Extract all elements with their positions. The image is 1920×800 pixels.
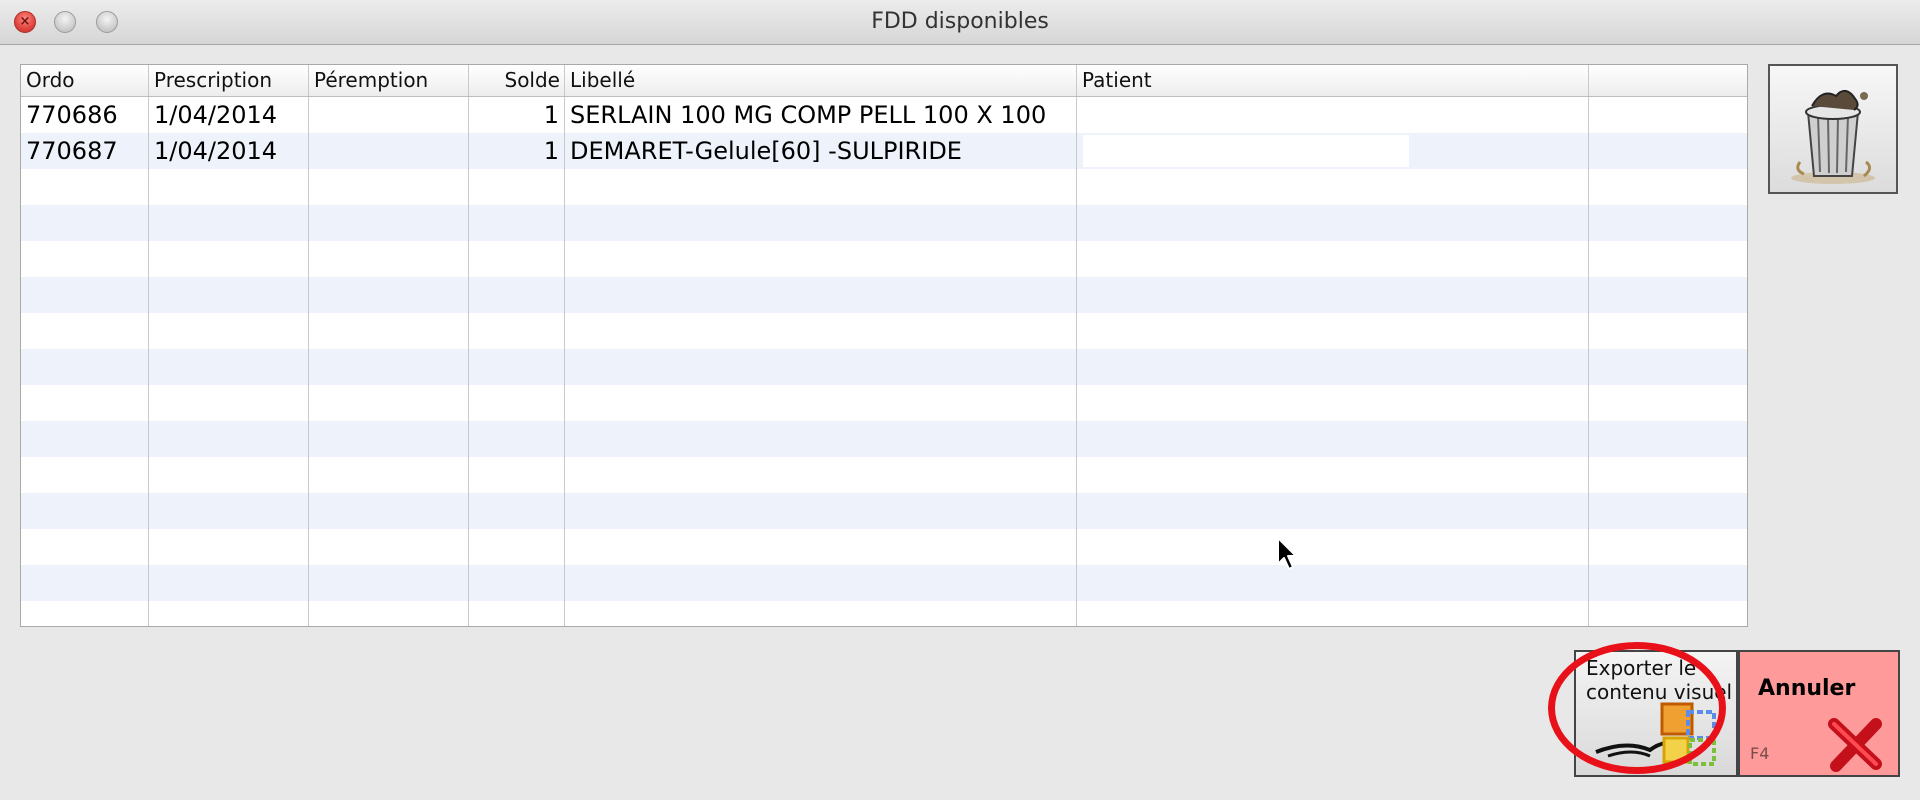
column-header-solde[interactable]: Solde [469,65,565,96]
cell-ordo: 770687 [26,137,118,165]
cell-prescription: 1/04/2014 [154,101,278,129]
table-row[interactable]: 770687 1/04/2014 1 DEMARET-Gelule[60] -S… [21,133,1747,169]
table-body: 770686 1/04/2014 1 SERLAIN 100 MG COMP P… [21,97,1747,626]
cell-solde: 1 [543,101,559,129]
cell-libelle: SERLAIN 100 MG COMP PELL 100 X 100 [570,101,1047,129]
table-row[interactable] [21,421,1747,457]
cell-patient [1077,133,1589,169]
table-row[interactable] [21,169,1747,205]
table-row[interactable] [21,349,1747,385]
title-bar[interactable]: × FDD disponibles [0,0,1920,45]
column-header-libelle[interactable]: Libellé [565,65,1077,96]
cell-solde: 1 [543,137,559,165]
table-row[interactable]: 770686 1/04/2014 1 SERLAIN 100 MG COMP P… [21,97,1747,133]
table-row[interactable] [21,529,1747,565]
fdd-table[interactable]: Ordo Prescription Péremption Solde Libel… [20,64,1748,627]
cell-patient [1077,97,1589,133]
fdd-window: × FDD disponibles Ordo Prescription Pére… [0,0,1920,800]
table-row[interactable] [21,241,1747,277]
table-row[interactable] [21,385,1747,421]
cell-peremption [309,133,469,169]
cell-peremption [309,97,469,133]
table-row[interactable] [21,277,1747,313]
column-divider [1076,97,1077,626]
table-row[interactable] [21,565,1747,601]
column-divider [564,97,565,626]
column-header-peremption[interactable]: Péremption [309,65,469,96]
column-header-ordo[interactable]: Ordo [21,65,149,96]
office-export-icon [1595,702,1716,766]
column-header-patient[interactable]: Patient [1077,65,1589,96]
trash-button[interactable] [1768,64,1898,194]
column-divider [148,97,149,626]
window-title: FDD disponibles [871,9,1049,34]
red-x-icon [1828,718,1882,772]
table-row[interactable] [21,205,1747,241]
mouse-pointer-icon [1277,537,1297,570]
cell-libelle: DEMARET-Gelule[60] -SULPIRIDE [570,137,962,165]
column-divider [308,97,309,626]
table-row[interactable] [21,457,1747,493]
column-divider [1588,97,1589,626]
table-row[interactable] [21,313,1747,349]
cancel-button-label: Annuler [1758,676,1856,701]
cancel-button[interactable]: Annuler F4 [1738,650,1900,777]
cell-prescription: 1/04/2014 [154,137,278,165]
column-header-extra[interactable] [1589,65,1747,96]
column-divider [468,97,469,626]
cancel-shortcut-label: F4 [1750,744,1770,763]
export-visual-content-button[interactable]: Exporter le contenu visuel [1574,650,1738,777]
column-header-prescription[interactable]: Prescription [149,65,309,96]
cell-ordo: 770686 [26,101,118,129]
table-header: Ordo Prescription Péremption Solde Libel… [21,65,1747,97]
table-row[interactable] [21,601,1747,626]
table-row[interactable] [21,493,1747,529]
trash-can-icon [1791,89,1875,184]
